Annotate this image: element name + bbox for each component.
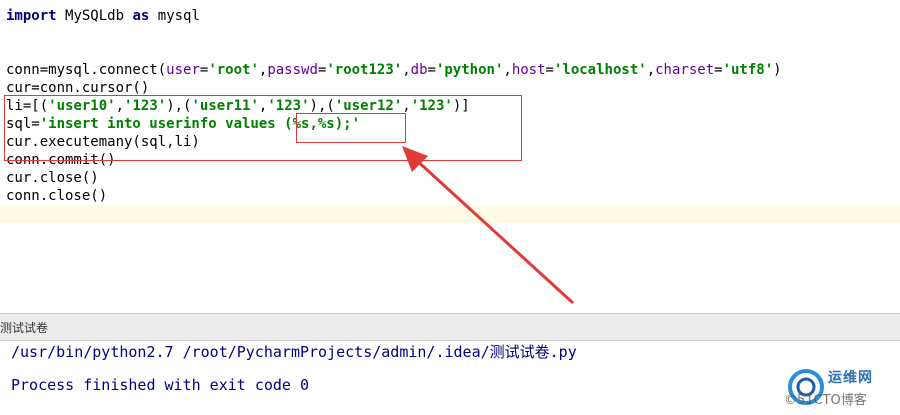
watermark-bottom-text: ©51CTO博客	[784, 393, 867, 408]
watermark: 运维网 ©51CTO博客	[784, 367, 894, 411]
watermark-top-text: 运维网	[828, 370, 873, 386]
console-command: /usr/bin/python2.7 /root/PycharmProjects…	[11, 343, 577, 361]
run-tab-title[interactable]: 测试试卷	[0, 319, 48, 336]
annotation-arrow-icon	[402, 146, 575, 305]
run-panel-header: 测试试卷	[0, 313, 900, 341]
run-panel: 测试试卷 /usr/bin/python2.7 /root/PycharmPro…	[0, 313, 900, 415]
code-editor[interactable]: import MySQLdb as mysql conn=mysql.conne…	[0, 0, 900, 313]
console-exit-message: Process finished with exit code 0	[11, 376, 310, 394]
